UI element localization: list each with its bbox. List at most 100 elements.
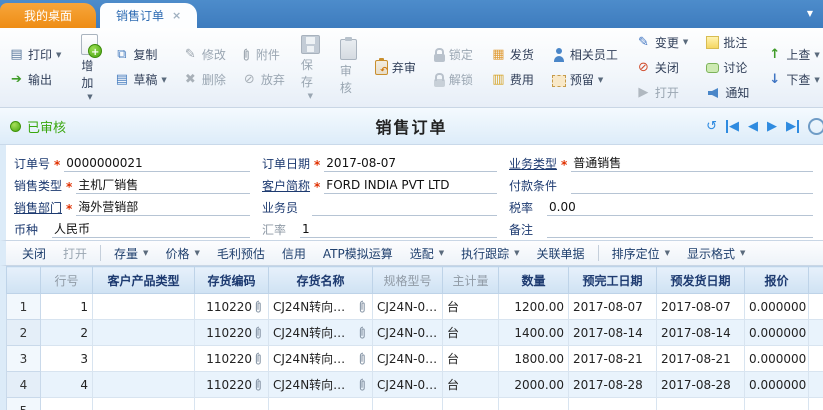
change-button[interactable]: ✎ 变更▼ (633, 31, 691, 54)
attachment-icon[interactable] (358, 300, 368, 314)
unit-cell[interactable] (443, 398, 499, 410)
row-index-cell[interactable]: 4 (7, 372, 41, 398)
line-no-cell[interactable]: 4 (41, 372, 93, 398)
notify-button[interactable]: 通知 (703, 81, 752, 104)
inv-code-cell[interactable]: 110220 (195, 346, 269, 372)
inv-name-cell[interactable]: CJ24N转向… (269, 294, 373, 320)
qty-cell[interactable]: 1400.00 (499, 320, 569, 346)
close-doc-button[interactable]: ⊘ 关闭 (633, 56, 691, 79)
down-query-button[interactable]: ↓ 下查▼ (764, 68, 822, 91)
stock-button[interactable]: 存量▼ (106, 242, 156, 265)
inv-code-cell[interactable] (195, 398, 269, 410)
order-no-value[interactable]: 0000000021 (64, 156, 250, 172)
related-staff-button[interactable]: 相关员工 (549, 43, 621, 66)
line-no-cell[interactable]: 1 (41, 294, 93, 320)
finish-date-cell[interactable]: 2017-08-21 (569, 346, 657, 372)
gross-profit-button[interactable]: 毛利预估 (209, 242, 273, 265)
option-caret-icon[interactable]: ▼ (439, 249, 444, 257)
change-caret-icon[interactable]: ▼ (683, 38, 688, 46)
attachment-icon[interactable] (358, 378, 368, 392)
header-expect-ship-date[interactable]: 预发货日期 (657, 267, 745, 294)
line-no-cell[interactable]: 2 (41, 320, 93, 346)
customer-value[interactable]: FORD INDIA PVT LTD (324, 178, 497, 194)
fee-button[interactable]: ▥ 费用 (488, 68, 537, 91)
inv-code-cell[interactable]: 110220 (195, 372, 269, 398)
header-qty[interactable]: 数量 (499, 267, 569, 294)
nav-prev-icon[interactable]: ◀ (748, 120, 758, 133)
sales-dept-value[interactable]: 海外营销部 (76, 198, 250, 216)
inv-name-cell[interactable]: CJ24N转向… (269, 320, 373, 346)
attachment-icon[interactable] (358, 352, 368, 366)
ship-date-cell[interactable]: 2017-08-14 (657, 320, 745, 346)
print-caret-icon[interactable]: ▼ (56, 51, 61, 59)
option-select-button[interactable]: 选配▼ (402, 242, 452, 265)
unit-cell[interactable]: 台 (443, 320, 499, 346)
format-caret-icon[interactable]: ▼ (740, 249, 745, 257)
quote-cell[interactable]: 0.000000 (745, 346, 809, 372)
unit-cell[interactable]: 台 (443, 346, 499, 372)
header-spec-model[interactable]: 规格型号 (373, 267, 443, 294)
qty-cell[interactable]: 1800.00 (499, 346, 569, 372)
finish-date-cell[interactable]: 2017-08-28 (569, 372, 657, 398)
ship-date-cell[interactable] (657, 398, 745, 410)
row-index-cell[interactable]: 1 (7, 294, 41, 320)
attachment-icon[interactable] (254, 352, 264, 366)
nav-last-icon[interactable]: ▶ (786, 120, 799, 133)
tax-price-cell[interactable] (809, 398, 823, 410)
payment-terms-value[interactable] (571, 178, 813, 194)
reserve-button[interactable]: 预留▼ (549, 68, 621, 91)
add-caret-icon[interactable]: ▼ (87, 93, 92, 101)
salesman-value[interactable] (312, 200, 497, 216)
sort-caret-icon[interactable]: ▼ (665, 249, 670, 257)
attachment-icon[interactable] (254, 300, 264, 314)
down-query-caret-icon[interactable]: ▼ (814, 76, 819, 84)
tabbar-caret-icon[interactable]: ▼ (807, 9, 813, 18)
quote-cell[interactable]: 0.000000 (745, 372, 809, 398)
add-button[interactable]: 增加▼ (74, 30, 105, 104)
header-quote[interactable]: 报价 (745, 267, 809, 294)
header-expect-finish-date[interactable]: 预完工日期 (569, 267, 657, 294)
up-query-button[interactable]: ↑ 上查▼ (764, 43, 822, 66)
header-tax-price[interactable]: 含 (809, 267, 823, 294)
exchange-rate-value[interactable]: 1 (300, 222, 497, 238)
cust-type-cell[interactable] (93, 320, 195, 346)
print-button[interactable]: ▤ 打印▼ (6, 43, 64, 66)
line-no-cell[interactable] (41, 398, 93, 410)
unit-cell[interactable]: 台 (443, 372, 499, 398)
header-inv-name[interactable]: 存货名称 (269, 267, 373, 294)
exec-track-button[interactable]: 执行跟踪▼ (453, 242, 527, 265)
sort-locate-button[interactable]: 排序定位▼ (604, 242, 678, 265)
cust-type-cell[interactable] (93, 398, 195, 410)
partial-circle-icon[interactable] (808, 118, 823, 135)
nav-next-icon[interactable]: ▶ (767, 120, 777, 133)
unit-cell[interactable]: 台 (443, 294, 499, 320)
business-type-value[interactable]: 普通销售 (571, 154, 813, 172)
tax-rate-value[interactable]: 0.00 (547, 200, 813, 216)
qty-cell[interactable]: 2000.00 (499, 372, 569, 398)
related-docs-button[interactable]: 关联单据 (529, 242, 593, 265)
draft-button[interactable]: ▤ 草稿▼ (111, 68, 169, 91)
finish-date-cell[interactable]: 2017-08-07 (569, 294, 657, 320)
header-cust-product-type[interactable]: 客户产品类型 (93, 267, 195, 294)
nav-first-icon[interactable]: ◀ (726, 120, 739, 133)
sales-type-value[interactable]: 主机厂销售 (76, 176, 250, 194)
attachment-icon[interactable] (254, 378, 264, 392)
tax-price-cell[interactable]: 0 (809, 294, 823, 320)
tax-price-cell[interactable]: 0 (809, 320, 823, 346)
spec-cell[interactable]: CJ24N-0… (373, 294, 443, 320)
qty-cell[interactable]: 1200.00 (499, 294, 569, 320)
ship-button[interactable]: ▦ 发货 (488, 43, 537, 66)
ship-date-cell[interactable]: 2017-08-28 (657, 372, 745, 398)
header-line-no[interactable]: 行号 (41, 267, 93, 294)
inv-code-cell[interactable]: 110220 (195, 320, 269, 346)
finish-date-cell[interactable]: 2017-08-14 (569, 320, 657, 346)
copy-button[interactable]: ⧉ 复制 (111, 43, 169, 66)
spec-cell[interactable]: CJ24N-0… (373, 320, 443, 346)
line-no-cell[interactable]: 3 (41, 346, 93, 372)
price-button[interactable]: 价格▼ (157, 242, 207, 265)
row-index-cell[interactable]: 5 (7, 398, 41, 410)
inv-name-cell[interactable]: CJ24N转向… (269, 346, 373, 372)
attachment-icon[interactable] (254, 326, 264, 340)
qty-cell[interactable] (499, 398, 569, 410)
currency-value[interactable]: 人民币 (52, 220, 250, 238)
